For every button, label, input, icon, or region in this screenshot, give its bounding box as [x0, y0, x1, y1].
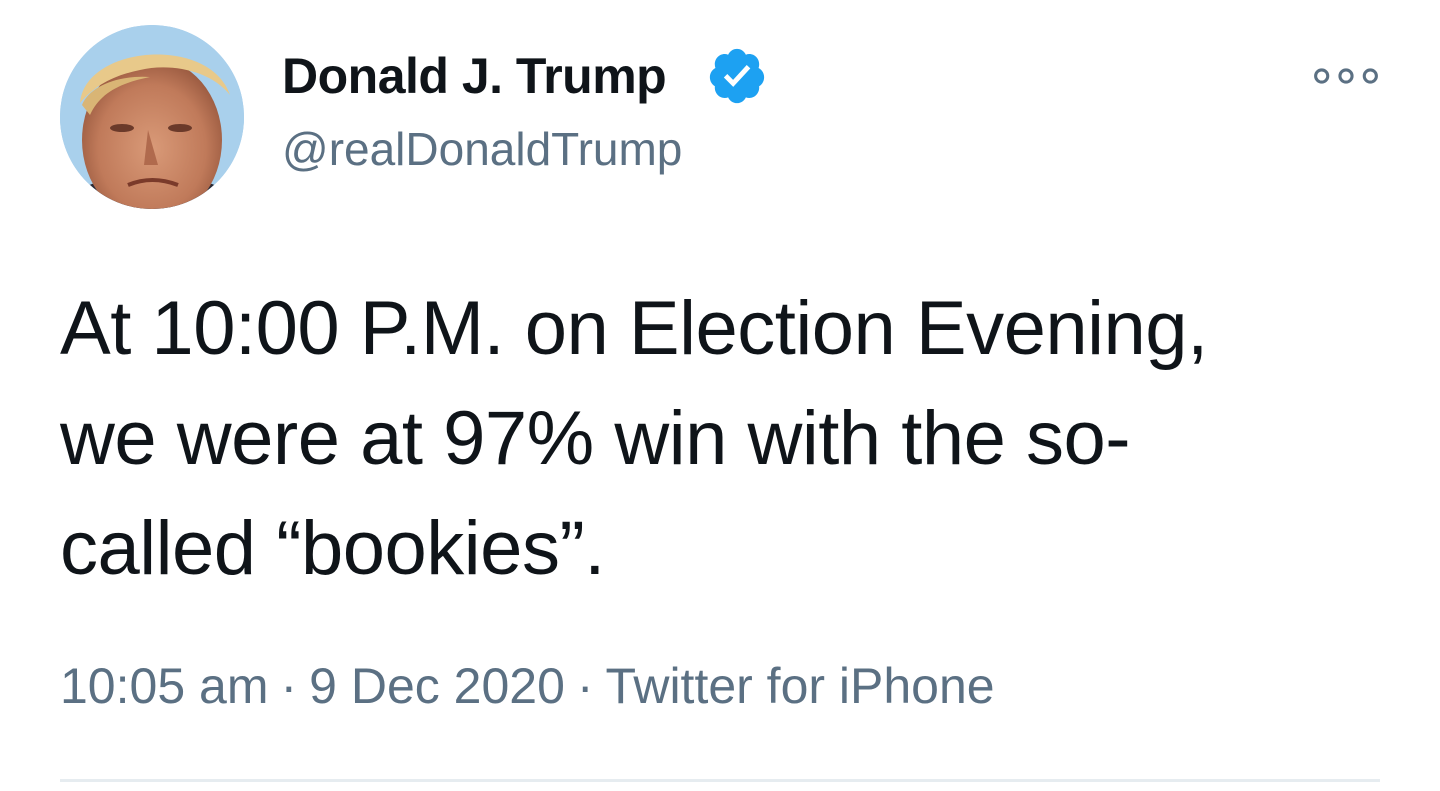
verified-badge-icon	[706, 45, 768, 107]
more-options-icon	[1314, 68, 1378, 84]
profile-photo	[60, 25, 244, 209]
divider	[60, 779, 1380, 782]
meta-separator: ·	[280, 658, 298, 714]
tweet-text: At 10:00 P.M. on Election Evening, we we…	[60, 286, 1208, 591]
meta-separator: ·	[576, 658, 594, 714]
tweet-date[interactable]: 9 Dec 2020	[309, 658, 565, 714]
display-name[interactable]: Donald J. Trump	[282, 48, 667, 104]
avatar[interactable]	[60, 25, 244, 209]
tweet-time[interactable]: 10:05 am	[60, 658, 268, 714]
tweet-meta: 10:05 am · 9 Dec 2020 · Twitter for iPhone	[60, 656, 995, 716]
tweet-source[interactable]: Twitter for iPhone	[606, 658, 995, 714]
author-handle[interactable]: @realDonaldTrump	[282, 122, 682, 176]
more-options-button[interactable]	[1308, 56, 1384, 96]
